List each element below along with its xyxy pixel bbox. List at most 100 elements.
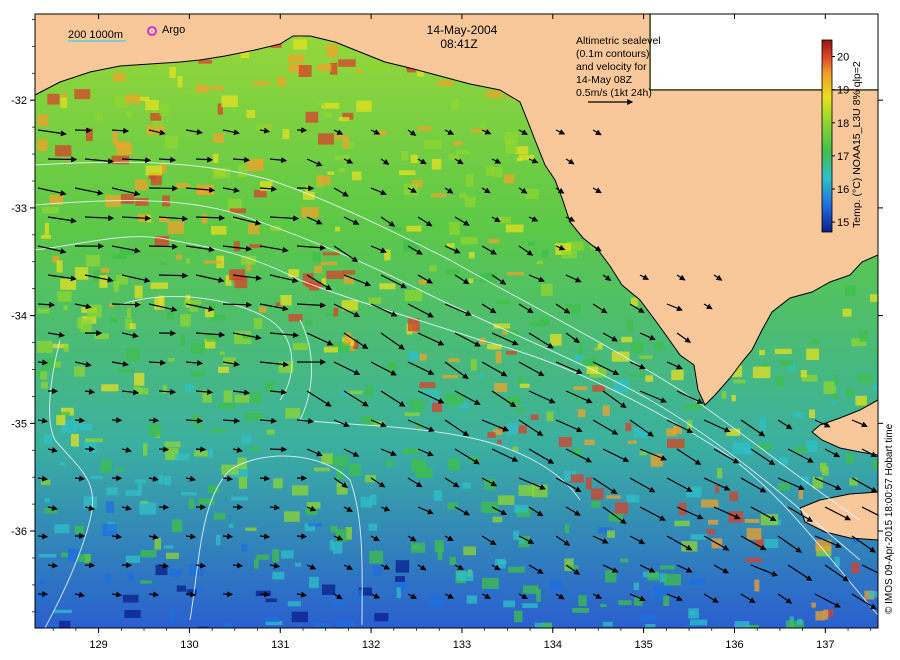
sst-patch [497, 439, 502, 444]
sst-patch [208, 449, 214, 458]
sst-patch [148, 424, 161, 437]
sst-patch [164, 135, 179, 149]
sst-patch [403, 240, 419, 252]
sst-patch [503, 174, 515, 184]
sst-map: 200 1000m Argo 14-May-2004 08:41Z Altime… [11, 13, 895, 651]
sst-patch [492, 516, 503, 523]
sst-patch [797, 618, 803, 625]
colorbar-tick-label: 19 [837, 85, 849, 97]
sst-patch [248, 223, 260, 235]
sst-patch [40, 381, 48, 389]
sst-patch [321, 261, 337, 266]
sst-patch [701, 499, 719, 508]
sst-patch [329, 539, 334, 551]
sst-patch [191, 371, 206, 377]
sst-patch [506, 396, 521, 405]
sst-patch [690, 619, 708, 626]
sst-patch [417, 126, 432, 131]
velocity-arrow [259, 475, 271, 482]
sst-patch [301, 207, 319, 218]
x-tick-label: 134 [544, 639, 562, 651]
sst-patch [645, 375, 654, 382]
sst-patch [600, 603, 607, 607]
sst-patch [466, 595, 478, 604]
sst-patch [536, 260, 543, 265]
sst-patch [759, 349, 765, 356]
altimetry-line-1: Altimetric sealevel [576, 35, 661, 47]
sst-patch [573, 386, 588, 391]
sst-patch [342, 270, 356, 275]
sst-patch [368, 297, 382, 304]
sst-patch [663, 595, 670, 607]
sst-patch [743, 446, 754, 455]
sst-patch [754, 579, 760, 592]
sst-patch [681, 541, 698, 552]
sst-patch [606, 530, 615, 538]
sst-patch [639, 355, 653, 359]
sst-patch [317, 102, 325, 106]
sst-patch [162, 385, 167, 394]
sst-patch [134, 372, 145, 386]
sst-patch [486, 90, 502, 98]
sst-patch [627, 440, 637, 444]
sst-patch [419, 353, 427, 361]
sst-patch [134, 479, 147, 484]
sst-patch [488, 238, 500, 244]
sst-patch [707, 519, 719, 525]
sst-patch [253, 81, 269, 86]
sst-patch [129, 323, 136, 330]
sst-patch [292, 343, 308, 351]
sst-patch [487, 432, 496, 438]
sst-patch [506, 423, 519, 435]
sst-patch [211, 428, 226, 433]
velocity-arrow [84, 562, 96, 569]
sst-patch [800, 369, 807, 378]
sst-patch [250, 446, 260, 452]
sst-patch [288, 54, 305, 62]
sst-patch [196, 84, 210, 93]
sst-patch [518, 484, 535, 496]
sst-patch [387, 361, 397, 372]
sst-patch [246, 158, 264, 172]
sst-patch [498, 495, 515, 505]
sst-patch [317, 133, 334, 145]
sst-patch [55, 361, 61, 368]
sst-patch [75, 267, 89, 280]
sst-patch [374, 612, 389, 622]
sst-patch [519, 538, 525, 544]
sst-patch [317, 63, 332, 72]
sst-patch [59, 620, 71, 628]
sst-patch [666, 438, 685, 449]
y-tick-label: -32 [11, 95, 27, 107]
sst-patch [468, 278, 474, 284]
sst-patch [145, 99, 159, 111]
sst-patch [715, 485, 720, 493]
sst-patch [186, 258, 191, 264]
sst-patch [266, 429, 275, 435]
sst-patch [326, 270, 345, 280]
sst-patch [282, 128, 290, 139]
sst-patch [213, 133, 225, 143]
sst-patch [360, 496, 372, 508]
sst-patch [143, 443, 148, 456]
x-tick-label: 129 [89, 639, 107, 651]
colorbar-tick-label: 17 [837, 151, 849, 163]
sst-patch [293, 39, 307, 50]
sst-patch [403, 448, 419, 455]
sst-patch [470, 359, 477, 371]
sst-patch [134, 179, 148, 191]
sst-patch [536, 589, 541, 602]
sst-patch [495, 351, 502, 364]
sst-patch [94, 333, 109, 340]
sst-patch [245, 527, 257, 531]
velocity-arrow [111, 301, 142, 308]
sst-patch [563, 470, 571, 481]
sst-patch [364, 474, 376, 483]
sst-patch [480, 123, 485, 135]
sst-patch [819, 462, 827, 472]
sst-patch [115, 467, 125, 472]
sst-patch [525, 188, 539, 199]
altimetry-line-5: 0.5m/s (1kt 24h) [576, 87, 652, 99]
sst-patch [44, 498, 51, 503]
sst-patch [99, 275, 108, 288]
